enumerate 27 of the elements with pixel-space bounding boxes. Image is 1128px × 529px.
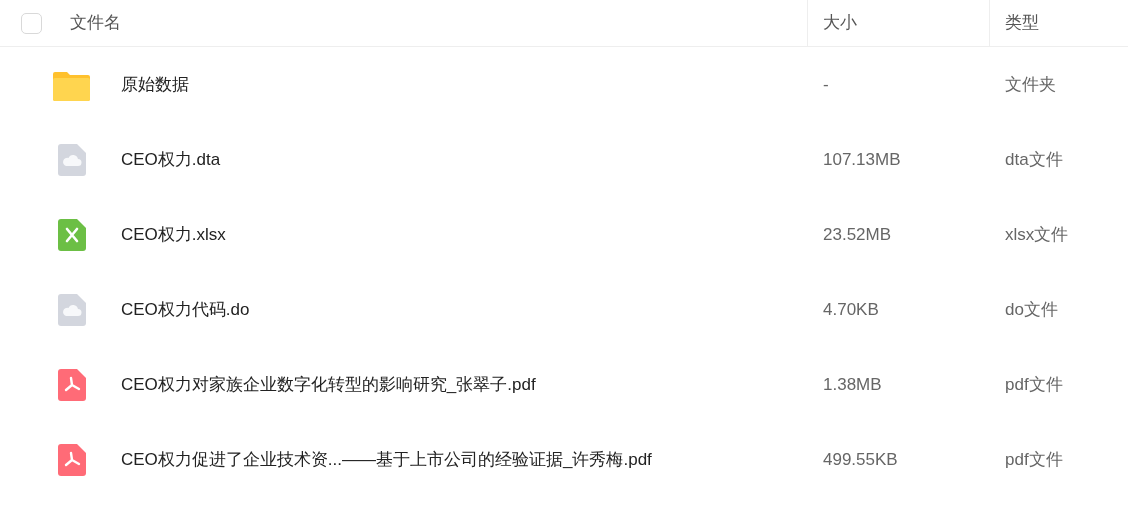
cloud-file-icon xyxy=(57,143,86,176)
column-header: 类型 xyxy=(1005,12,1039,35)
spreadsheet-file-icon xyxy=(57,218,86,251)
file-type: pdf文件 xyxy=(1005,374,1063,394)
file-size: 107.13MB xyxy=(823,149,901,169)
file-size: 1.38MB xyxy=(823,374,882,394)
file-name[interactable]: 原始数据 xyxy=(121,71,189,98)
file-size: 499.55KB xyxy=(823,449,898,469)
select-all-checkbox[interactable] xyxy=(21,12,42,34)
file-type: do文件 xyxy=(1005,299,1058,319)
file-type: xlsx文件 xyxy=(1005,224,1069,244)
file-name[interactable]: CEO权力促进了企业技术资...——基于上市公司的经验证据_许秀梅.pdf xyxy=(121,446,652,473)
cloud-file-icon xyxy=(57,293,86,326)
file-size: - xyxy=(823,74,829,94)
file-name[interactable]: CEO权力对家族企业数字化转型的影响研究_张翠子.pdf xyxy=(121,371,536,398)
column-header: 大小 xyxy=(823,12,857,35)
file-name[interactable]: CEO权力.xlsx xyxy=(121,221,226,248)
file-size: 4.70KB xyxy=(823,299,879,319)
pdf-file-icon xyxy=(57,443,86,476)
file-type: 文件夹 xyxy=(1005,74,1056,94)
file-name[interactable]: CEO权力代码.do xyxy=(121,296,250,323)
file-name[interactable]: CEO权力.dta xyxy=(121,146,221,173)
file-type: pdf文件 xyxy=(1005,449,1063,469)
file-size: 23.52MB xyxy=(823,224,892,244)
pdf-file-icon xyxy=(57,368,86,401)
column-header: 文件名 xyxy=(70,12,121,35)
file-type: dta文件 xyxy=(1005,149,1063,169)
